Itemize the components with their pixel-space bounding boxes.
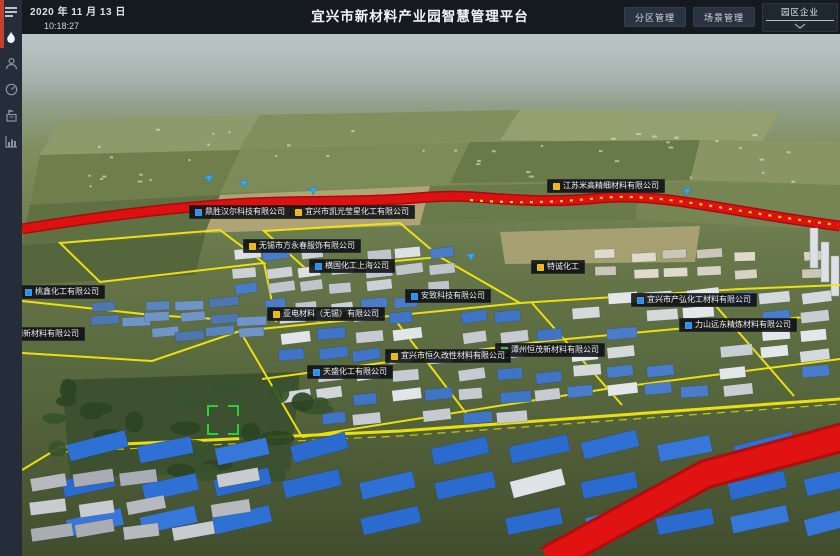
time-label: 10:18:27 [44,21,126,31]
chevron-down-icon [794,23,806,29]
sidebar [0,0,22,556]
header-actions: 分区管理 场景管理 园区企业 [624,0,838,34]
poi-icon [313,369,320,376]
scene-manage-button[interactable]: 场景管理 [693,7,755,27]
park-enterprise-dropdown[interactable]: 园区企业 [762,3,838,32]
company-name: 亚电材料（无锡）有限公司 [283,310,379,318]
poi-icon [685,322,692,329]
map-label-pill[interactable]: 力山远东精炼材料有限公司 [679,318,797,332]
map-label-pill[interactable]: 无锡市方永春服饰有限公司 [243,239,361,253]
flame-icon [5,31,17,44]
poi-icon [411,293,418,300]
company-name: 潭州恒茂新材料有限公司 [511,346,599,354]
map-label-pill[interactable]: 特诚化工 [531,260,585,274]
map-label-pill[interactable]: 横国化工上海公司 [309,259,395,273]
poi-icon [295,209,302,216]
company-name: 无锡市方永春服饰有限公司 [259,242,355,250]
poi-icon [553,183,560,190]
sidebar-item-stats[interactable] [0,128,22,154]
reticle-corner [207,405,218,416]
sidebar-item-person[interactable] [0,50,22,76]
poi-icon [637,297,644,304]
map-label-pill[interactable]: 江苏米高精细材料有限公司 [547,179,665,193]
dropdown-label: 园区企业 [766,6,834,21]
company-name: 特诚化工 [547,263,579,271]
poi-icon [25,289,32,296]
map-label-pill[interactable]: 桃鑫化工有限公司 [19,285,105,299]
company-name: 宜兴市恒久改性材料有限公司 [401,352,505,360]
company-name: 宜兴市凯光莹星化工有限公司 [305,208,409,216]
sidebar-item-factory[interactable] [0,102,22,128]
datetime: 2020 年 11 月 13 日 10:18:27 [30,3,126,31]
page-title: 宜兴市新材料产业园智慧管理平台 [311,0,529,34]
map-label-pill[interactable]: 鼎胜汉尔科技有限公司 [189,205,291,219]
map-label-pill[interactable]: 潭州恒茂新材料有限公司 [495,343,605,357]
map-label-pill[interactable]: 天盛化工有限公司 [307,365,393,379]
reticle-corner [228,405,239,416]
map-label-pill[interactable]: 宜兴市恒久改性材料有限公司 [385,349,511,363]
gauge-icon [5,83,18,96]
map-label-pill[interactable]: 宜兴市产弘化工材料有限公司 [631,293,757,307]
company-name: 力山远东精炼材料有限公司 [695,321,791,329]
poi-icon [273,311,280,318]
selection-reticle[interactable] [207,405,239,435]
person-icon [5,57,18,70]
poi-icon [315,263,322,270]
company-name: 江苏米高精细材料有限公司 [563,182,659,190]
menu-icon [4,6,18,18]
company-name: 桃鑫化工有限公司 [35,288,99,296]
top-bar: 2020 年 11 月 13 日 10:18:27 宜兴市新材料产业园智慧管理平… [0,0,840,34]
company-name: 天盛化工有限公司 [323,368,387,376]
company-name: 横国化工上海公司 [325,262,389,270]
poi-icon [195,209,202,216]
poi-icon [391,353,398,360]
map-label-pill[interactable]: 亚电材料（无锡）有限公司 [267,307,385,321]
company-name: 安致科技有限公司 [421,292,485,300]
poi-icon [249,243,256,250]
zone-manage-button[interactable]: 分区管理 [624,7,686,27]
company-name: 鼎胜汉尔科技有限公司 [205,208,285,216]
factory-icon [5,109,18,122]
map-label-pill[interactable]: 宜兴市凯光莹星化工有限公司 [289,205,415,219]
poi-icon [537,264,544,271]
reticle-corner [228,424,239,435]
reticle-corner [207,424,218,435]
active-accent-strip [0,0,4,48]
company-name: 宜兴市产弘化工材料有限公司 [647,296,751,304]
date-label: 2020 年 11 月 13 日 [30,3,126,18]
map-label-pill[interactable]: 安致科技有限公司 [405,289,491,303]
bar-chart-icon [5,135,18,148]
sidebar-item-gauge[interactable] [0,76,22,102]
